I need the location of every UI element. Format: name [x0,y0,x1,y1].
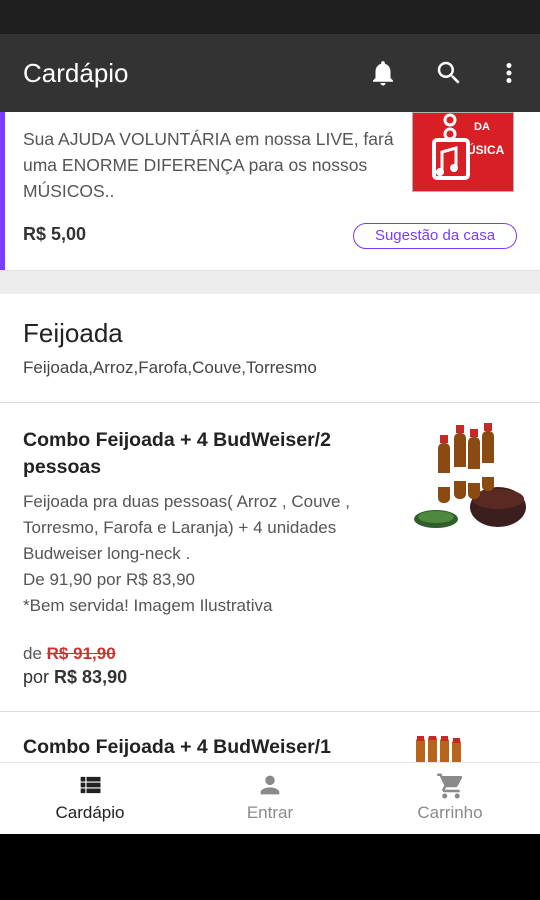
person-icon [260,775,280,795]
from-label: de [23,644,42,663]
nav-item-cardapio[interactable]: Cardápio [0,763,180,835]
accent-bar [0,112,5,270]
nav-item-entrar[interactable]: Entrar [180,763,360,835]
nav-item-carrinho[interactable]: Carrinho [360,763,540,835]
old-price: R$ 91,90 [46,644,116,663]
product-name: Combo Feijoada + 4 BudWeiser/1 [23,736,331,758]
status-bar [0,0,540,34]
more-vert-icon[interactable] [494,58,524,88]
suggestion-badge: Sugestão da casa [353,223,517,249]
promo-description: Sua AJUDA VOLUNTÁRIA em nossa LIVE, fará… [23,129,394,201]
thumb-text-top: DA [474,121,490,133]
section-divider [0,270,540,295]
nav-label: Carrinho [417,803,483,822]
search-icon[interactable] [434,58,464,88]
menu-content[interactable]: Sua AJUDA VOLUNTÁRIA em nossa LIVE, fará… [0,112,540,762]
product-image [414,423,526,528]
list-icon [80,776,101,794]
product-card[interactable]: Combo Feijoada + 4 BudWeiser/2 pessoas F… [0,403,540,712]
bell-icon[interactable] [368,58,398,88]
category-name: Feijoada [23,318,123,348]
promo-price: R$ 5,00 [23,224,87,244]
app-bar: Cardápio [0,34,540,112]
category-items: Feijoada,Arroz,Farofa,Couve,Torresmo [23,358,317,377]
now-label: por [23,667,50,687]
product-card[interactable]: Combo Feijoada + 4 BudWeiser/1 [0,712,540,762]
current-price-line: por R$ 83,90 [23,667,127,688]
cart-icon [437,773,463,799]
thumb-text-bottom: ÚSICA [467,142,505,157]
page-title: Cardápio [23,58,129,88]
system-navigation-area [0,834,540,900]
bottom-navigation: Cardápio Entrar Carrinho [0,762,540,835]
product-description-text: Feijoada pra duas pessoas( Arroz , Couve… [23,492,350,615]
old-price-line: de R$ 91,90 [23,644,116,664]
product-name: Combo Feijoada + 4 BudWeiser/2 pessoas [23,429,331,478]
product-description: Feijoada pra duas pessoas( Arroz , Couve… [23,489,403,619]
product-image [416,736,461,762]
category-header: Feijoada Feijoada,Arroz,Farofa,Couve,Tor… [0,294,540,403]
nav-label: Entrar [246,803,294,822]
promo-card[interactable]: Sua AJUDA VOLUNTÁRIA em nossa LIVE, fará… [0,112,540,270]
nav-label: Cardápio [55,803,125,822]
current-price: R$ 83,90 [54,667,128,687]
music-thumbnail: DA ÚSICA [412,112,514,192]
